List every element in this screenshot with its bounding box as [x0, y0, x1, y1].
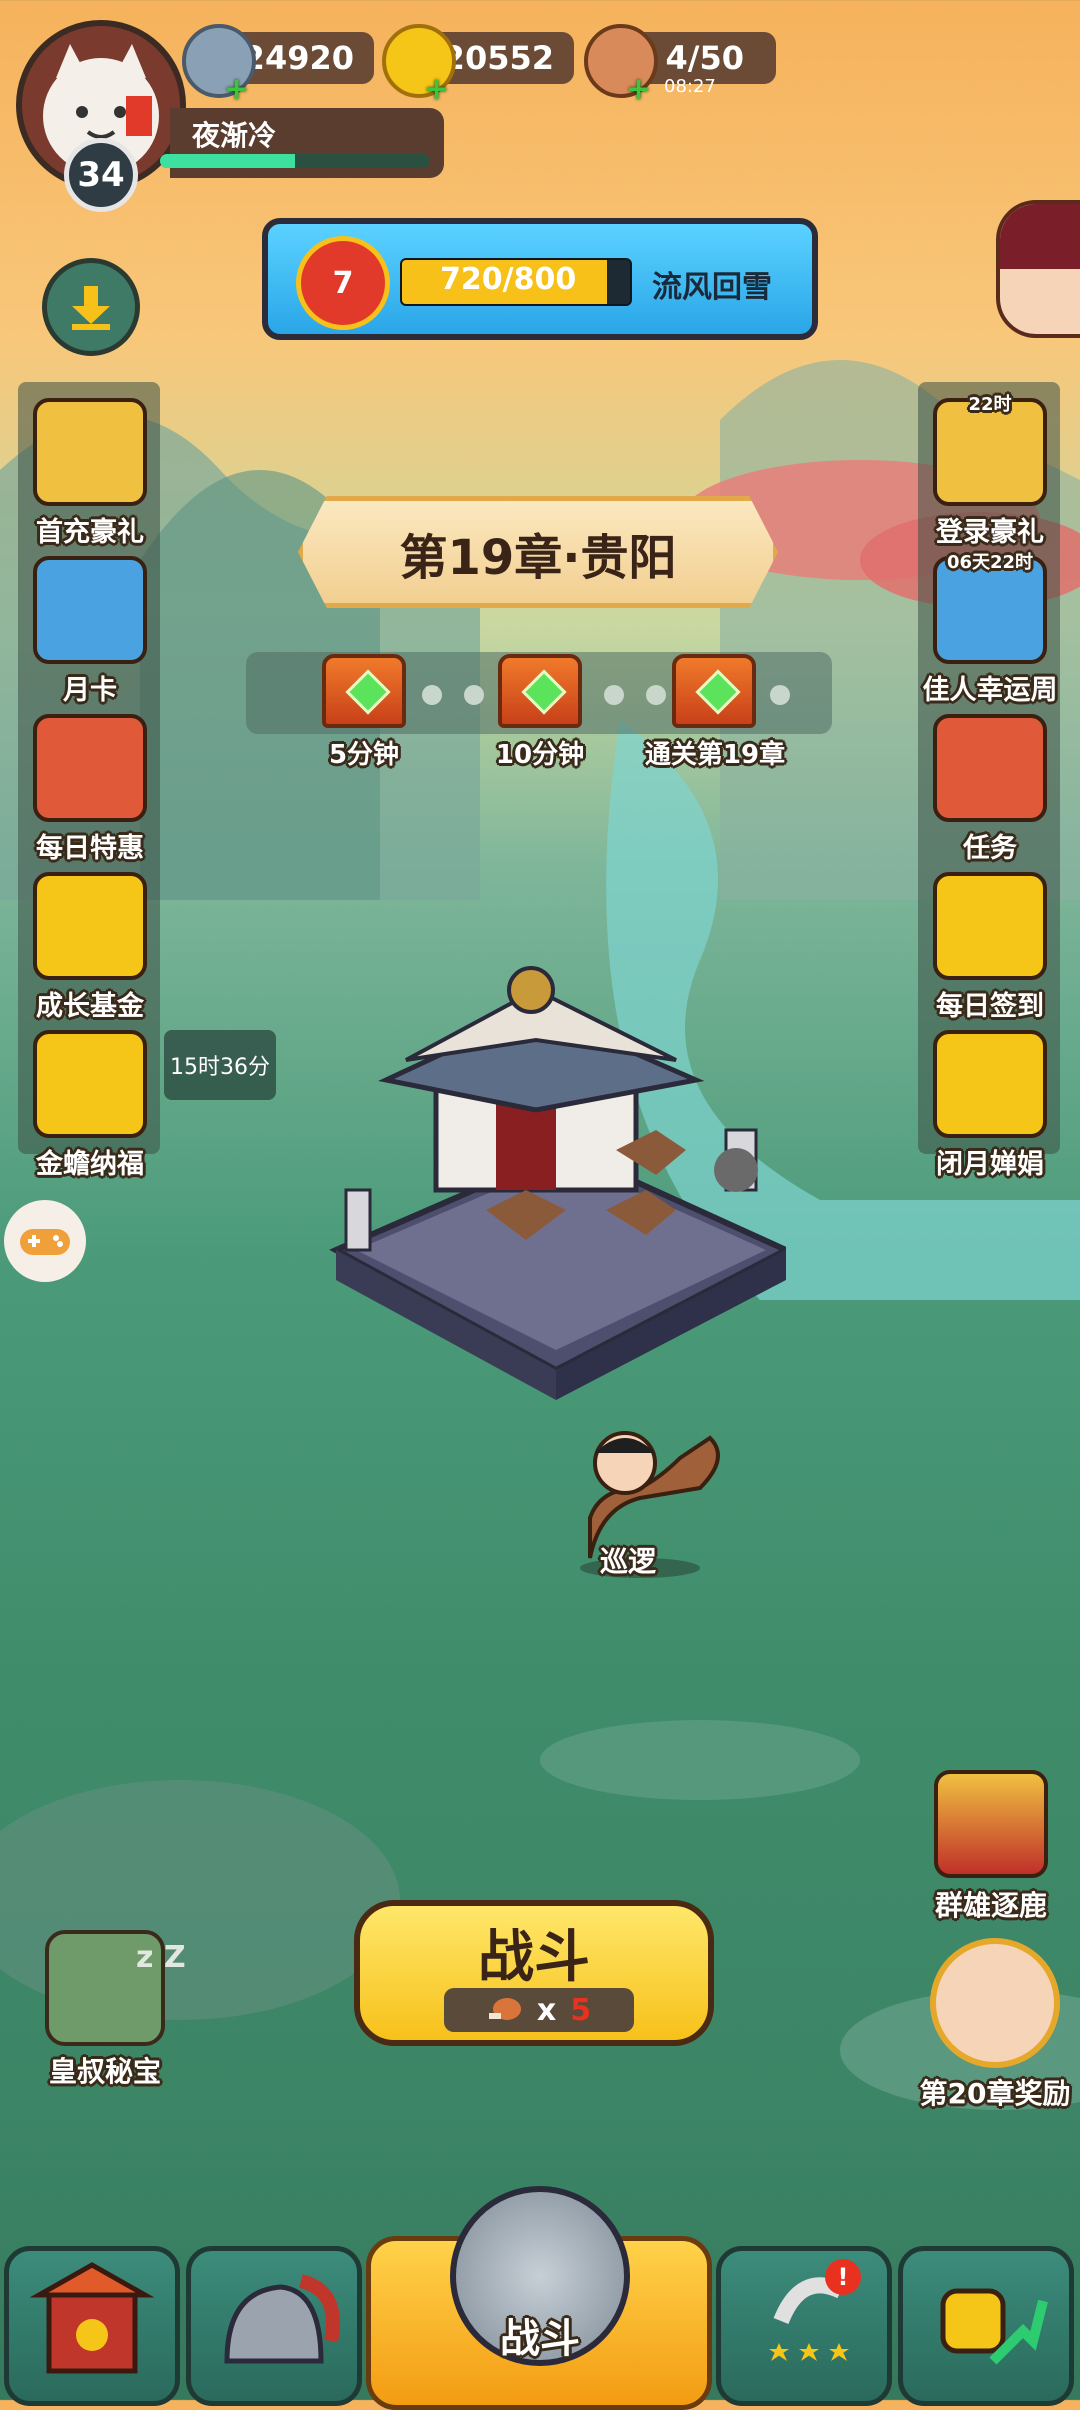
bottom-nav: 战斗 ! [0, 2186, 1080, 2410]
fortress-building[interactable] [326, 950, 786, 1410]
left-menu-label-5: 金蟾纳福 [36, 1149, 144, 1180]
silver-resource[interactable]: + 24920 [182, 24, 374, 107]
right-menu-label-3: 任务 [963, 833, 1017, 864]
star-rank-icon [769, 2277, 849, 2361]
reward-label-3: 通关第19章 [644, 740, 786, 770]
reward-label-1: 5分钟 [328, 740, 400, 770]
left-menu-label-1: 首充豪礼 [36, 517, 144, 548]
heroine-portrait-icon [930, 1938, 1060, 2068]
calendar-card-icon [33, 556, 147, 664]
fight-button-label: 战斗 [478, 1925, 590, 1990]
chapter-title: 第19章·贵阳 [399, 530, 677, 586]
fist-upgrade-icon [940, 2288, 1048, 2365]
fight-cost-prefix: x [536, 1992, 557, 2028]
golden-toad-timer: 15时36分 [164, 1030, 276, 1100]
right-menu-item-3[interactable]: 任务 [920, 714, 1060, 865]
right-menu-label-1: 登录豪礼 [936, 517, 1044, 548]
stamina-timer: 08:27 [664, 76, 716, 97]
nav-tab-heroes[interactable] [186, 2246, 362, 2406]
download-button[interactable] [42, 258, 140, 356]
game-controller-button[interactable] [4, 1200, 86, 1282]
golden-toad-icon [33, 1030, 147, 1138]
uncle-treasure-label: 皇叔秘宝 [48, 2055, 161, 2088]
nav-fight-label: 战斗 [500, 2316, 580, 2362]
reward-label-2: 10分钟 [495, 740, 585, 770]
left-menu-item-3[interactable]: 每日特惠 [20, 714, 160, 865]
right-menu-label-2: 佳人幸运周 [922, 675, 1058, 706]
gamepad-icon [20, 1229, 70, 1255]
left-menu-item-5[interactable]: 金蟾纳福 [20, 1030, 160, 1181]
reward-chest-3-icon[interactable] [672, 654, 756, 728]
notification-badge-icon: ! [825, 2259, 861, 2295]
heroes-compete-button[interactable]: 群雄逐鹿 [916, 1770, 1066, 1924]
player-name: 夜渐冷 [192, 119, 277, 152]
left-menu-item-2[interactable]: 月卡 [20, 556, 160, 707]
helmet-icon [224, 2274, 340, 2364]
fight-cost-plate: x 5 [444, 1988, 634, 2032]
quest-progress-text: 720/800 [440, 262, 577, 297]
gold-resource[interactable]: + 20552 [382, 24, 574, 107]
right-menu-item-1[interactable]: 登录豪礼 22时 [920, 394, 1060, 549]
right-menu-badge-1: 22时 [968, 394, 1012, 415]
fortune-god-icon [33, 872, 147, 980]
heroine-peek-icon[interactable] [996, 200, 1080, 338]
left-menu-item-4[interactable]: 成长基金 [20, 872, 160, 1023]
right-menu-label-5: 闭月婵娟 [936, 1149, 1044, 1180]
city-gate-icon [29, 2262, 155, 2374]
fight-cost-value: 5 [570, 1992, 592, 2028]
right-menu-item-5[interactable]: 闭月婵娟 [920, 1030, 1060, 1181]
nav-tab-stars[interactable]: ! [716, 2246, 892, 2406]
player-level-badge: 34 [64, 138, 138, 212]
add-silver-icon[interactable]: + [224, 72, 249, 107]
add-gold-icon[interactable]: + [424, 72, 449, 107]
reward-chest-1-icon[interactable] [322, 654, 406, 728]
player-exp-fill [160, 154, 295, 168]
banner-icon [934, 1770, 1048, 1878]
sign-in-icon [933, 872, 1047, 980]
silver-value: 24920 [242, 39, 354, 77]
reward-chest-2-icon[interactable] [498, 654, 582, 728]
player-exp-bar [160, 154, 430, 168]
chapter20-reward-label: 第20章奖励 [919, 2077, 1071, 2110]
right-menu-badge-2: 06天22时 [946, 552, 1034, 573]
moon-fairy-icon [933, 1030, 1047, 1138]
meat-drumstick-icon [488, 1998, 521, 2020]
stamina-value: 4/50 [665, 39, 744, 77]
left-menu-label-4: 成长基金 [36, 991, 144, 1022]
sleep-zz-text: z Z [136, 1940, 186, 1975]
left-menu-item-1[interactable]: 首充豪礼 [20, 398, 160, 549]
left-menu-label-2: 月卡 [63, 675, 117, 706]
right-menu-label-4: 每日签到 [936, 991, 1044, 1022]
quest-title: 流风回雪 [652, 270, 772, 305]
nav-tab-strength[interactable] [898, 2246, 1074, 2406]
treasure-chest-icon [33, 398, 147, 506]
heroes-compete-label: 群雄逐鹿 [934, 1889, 1047, 1922]
right-menu-item-2[interactable]: 佳人幸运周 06天22时 [920, 552, 1060, 707]
scroll-icon [933, 714, 1047, 822]
chapter20-reward-button[interactable]: 第20章奖励 [910, 1938, 1080, 2112]
right-menu-item-4[interactable]: 每日签到 [920, 872, 1060, 1023]
quest-level: 7 [332, 265, 354, 301]
gold-value: 20552 [442, 39, 554, 77]
download-icon [72, 286, 110, 330]
quest-level-medal-icon: 7 [296, 236, 390, 330]
gift-bag-icon [33, 714, 147, 822]
nav-tab-city[interactable] [4, 2246, 180, 2406]
left-menu-label-3: 每日特惠 [36, 833, 144, 864]
add-stamina-icon[interactable]: + [626, 72, 651, 107]
patrol-label: 巡逻 [600, 1545, 657, 1578]
